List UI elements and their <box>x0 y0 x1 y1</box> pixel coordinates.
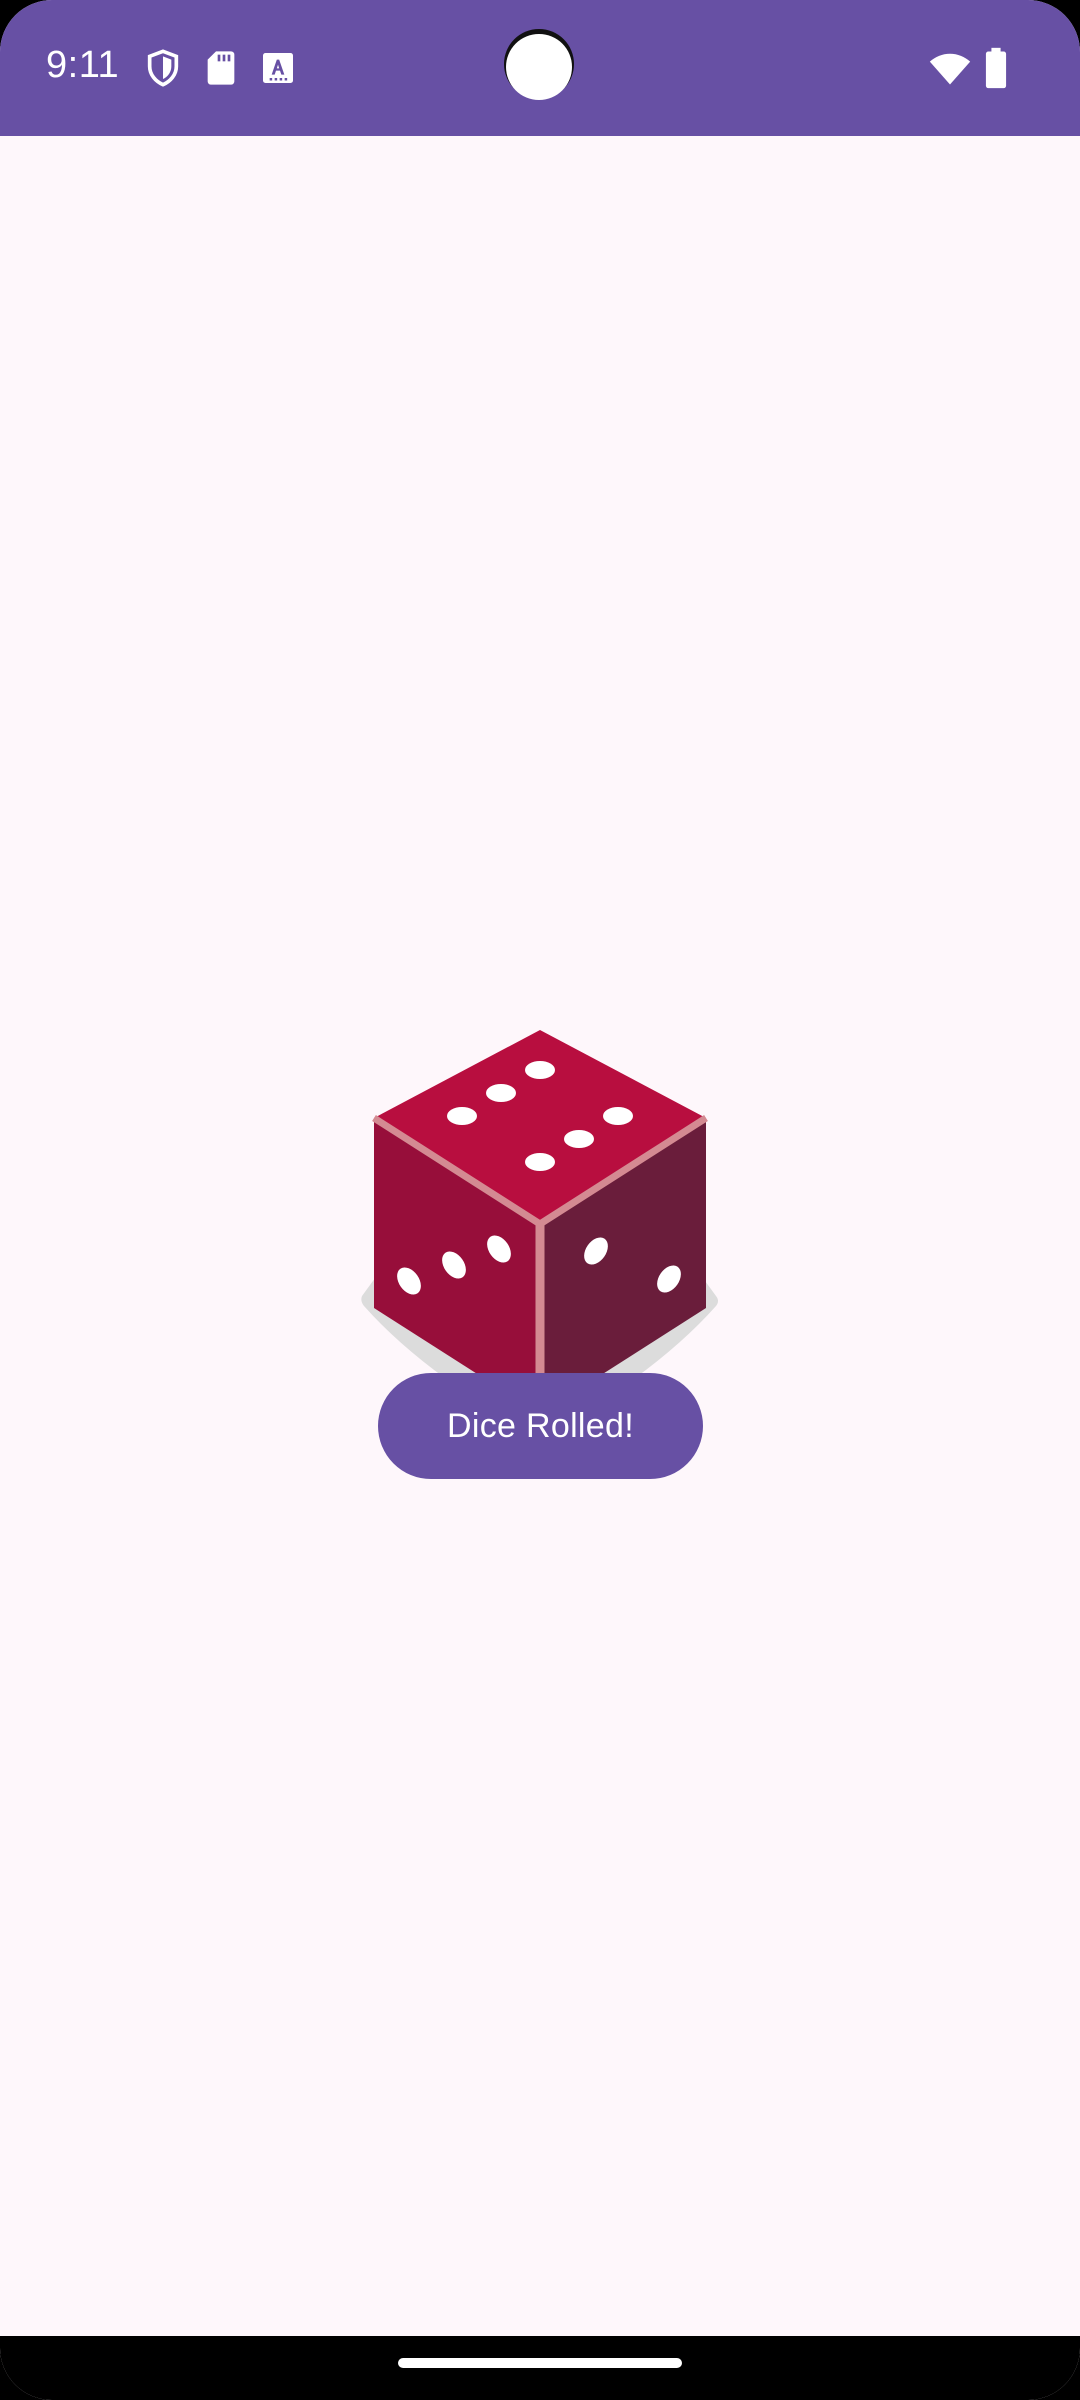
roll-button[interactable]: Dice Rolled! <box>378 1373 703 1479</box>
keyboard-a-icon <box>263 53 293 83</box>
status-time: 9:11 <box>46 44 120 86</box>
sd-card-icon <box>207 51 235 85</box>
battery-icon <box>985 47 1007 89</box>
shield-icon <box>147 49 179 87</box>
home-handle[interactable] <box>398 2358 682 2368</box>
status-bar: 9:11 <box>0 0 1080 136</box>
app-screen: 9:11 Dice Rolled! <box>0 0 1080 2400</box>
main-content <box>0 136 1080 2336</box>
wifi-icon <box>929 53 971 85</box>
camera-cutout <box>506 34 572 100</box>
navigation-bar <box>0 2336 1080 2400</box>
